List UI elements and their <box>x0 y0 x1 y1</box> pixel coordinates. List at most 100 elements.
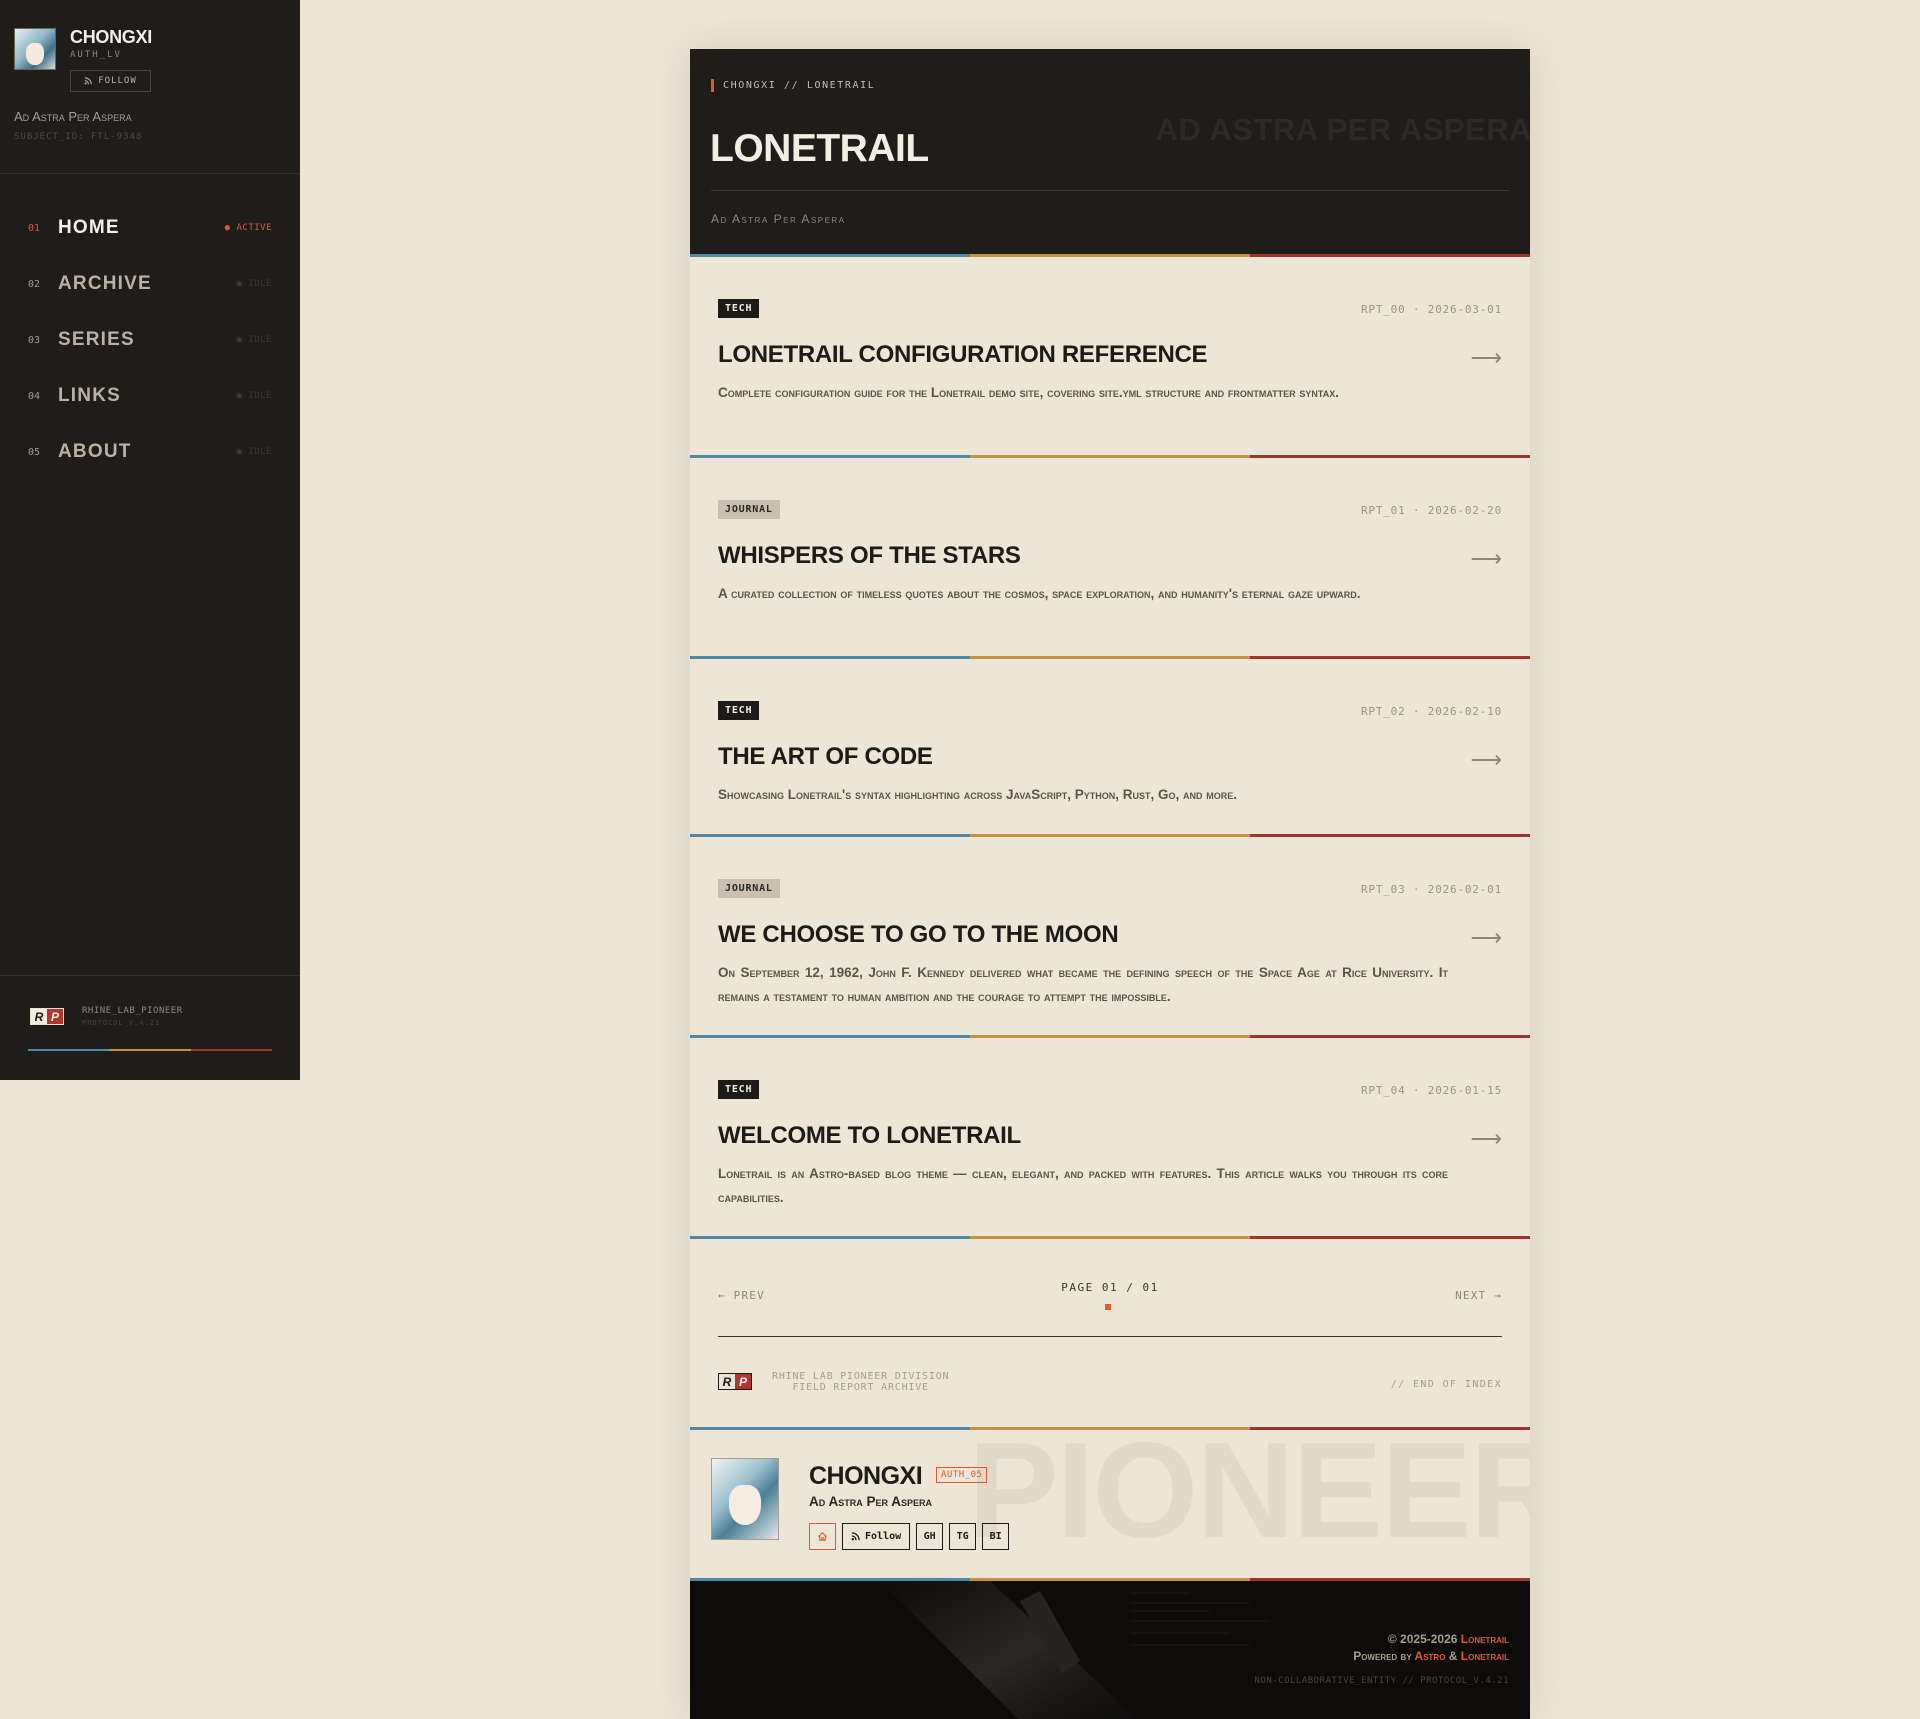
next-page-link[interactable]: NEXT → <box>1455 1289 1502 1302</box>
sidebar-footer: RP RHINE_LAB_PIONEER PROTOCOL_V.4.21 <box>0 975 300 1080</box>
main-card: CHONGXI // LONETRAIL AD ASTRA PER ASPERA… <box>690 49 1530 1719</box>
nav-status: ● IDLE <box>236 391 272 401</box>
rss-icon <box>851 1532 860 1541</box>
avatar[interactable] <box>711 1458 779 1540</box>
bilibili-link[interactable]: BI <box>982 1523 1010 1550</box>
follow-button[interactable]: Follow <box>842 1523 911 1550</box>
post-description: Lonetrail is an Astro-based blog theme —… <box>718 1166 1448 1205</box>
page-title: LONETRAIL <box>710 127 929 170</box>
powered-by-line: Powered by Astro & Lonetrail <box>1353 1648 1509 1665</box>
rhine-lab-logo: RP <box>718 1373 752 1390</box>
post-card[interactable]: JOURNAL RPT_01 · 2026-02-20 WHISPERS OF … <box>690 458 1530 656</box>
nav-status: ● ACTIVE <box>224 223 272 233</box>
nav-item-series[interactable]: 03 SERIES ● IDLE <box>0 312 300 368</box>
sidebar-motto: Ad Astra Per Aspera <box>14 109 132 124</box>
nav-label: SERIES <box>58 329 135 350</box>
follow-label: Follow <box>865 1531 902 1542</box>
author-links: Follow GH TG BI <box>809 1523 1010 1550</box>
nav-number: 05 <box>28 446 41 458</box>
arrow-right-icon[interactable]: ⟶ <box>1470 345 1502 371</box>
copyright-prefix: © 2025-2026 <box>1387 1632 1461 1646</box>
post-title[interactable]: THE ART OF CODE <box>718 743 933 771</box>
pagination: ← PREV PAGE 01 / 01 NEXT → <box>690 1239 1530 1337</box>
rhine-lab-logo: RP <box>30 1008 64 1025</box>
post-description: Showcasing Lonetrail's syntax highlighti… <box>718 787 1237 802</box>
home-link[interactable] <box>809 1523 836 1550</box>
avatar[interactable] <box>14 28 56 70</box>
arrow-right-icon[interactable]: ⟶ <box>1470 925 1502 951</box>
rss-icon <box>84 77 92 85</box>
post-meta: RPT_02 · 2026-02-10 <box>1360 705 1502 718</box>
page-subtitle: Ad Astra Per Aspera <box>711 212 846 226</box>
sidebar-footer-protocol: PROTOCOL_V.4.21 <box>82 1019 161 1027</box>
archive-line: FIELD REPORT ARCHIVE <box>792 1382 929 1393</box>
page-dot[interactable] <box>1105 1304 1111 1310</box>
post-tag[interactable]: TECH <box>718 299 760 318</box>
home-icon <box>818 1532 827 1541</box>
sidebar-profile: CHONGXI AUTH_LV FOLLOW Ad Astra Per Aspe… <box>0 0 300 174</box>
astro-link[interactable]: Astro <box>1415 1649 1446 1663</box>
post-card[interactable]: JOURNAL RPT_03 · 2026-02-01 WE CHOOSE TO… <box>690 837 1530 1035</box>
nav-item-home[interactable]: 01 HOME ● ACTIVE <box>0 200 300 256</box>
site-footer: © 2025-2026 Lonetrail Powered by Astro &… <box>690 1581 1530 1719</box>
nav-label: ARCHIVE <box>58 273 152 294</box>
post-title[interactable]: WELCOME TO LONETRAIL <box>718 1122 1021 1150</box>
arrow-right-icon[interactable]: ⟶ <box>1470 1126 1502 1152</box>
post-card[interactable]: TECH RPT_04 · 2026-01-15 WELCOME TO LONE… <box>690 1038 1530 1236</box>
arrow-right-icon[interactable]: ⟶ <box>1470 747 1502 773</box>
nav-status: ● IDLE <box>236 279 272 289</box>
author-badge: AUTH_05 <box>936 1467 988 1483</box>
page-header: CHONGXI // LONETRAIL AD ASTRA PER ASPERA… <box>690 49 1530 254</box>
nav-number: 04 <box>28 390 41 402</box>
post-title[interactable]: WE CHOOSE TO GO TO THE MOON <box>718 921 1119 949</box>
post-tag[interactable]: TECH <box>718 1080 760 1099</box>
post-title[interactable]: LONETRAIL CONFIGURATION REFERENCE <box>718 341 1208 369</box>
github-link[interactable]: GH <box>916 1523 944 1550</box>
brand-link[interactable]: Lonetrail <box>1461 1632 1509 1646</box>
copyright: © 2025-2026 Lonetrail Powered by Astro &… <box>1353 1631 1509 1665</box>
author-name: CHONGXI <box>809 1462 923 1490</box>
author-card: PIONEER CHONGXI AUTH_05 Ad Astra Per Asp… <box>690 1430 1530 1578</box>
sidebar-footer-title: RHINE_LAB_PIONEER <box>82 1006 183 1016</box>
post-description: Complete configuration guide for the Lon… <box>718 385 1339 400</box>
post-meta: RPT_01 · 2026-02-20 <box>1360 504 1502 517</box>
nav-item-links[interactable]: 04 LINKS ● IDLE <box>0 368 300 424</box>
sidebar-subject-id: SUBJECT_ID: FTL-9348 <box>14 132 143 142</box>
header-watermark: AD ASTRA PER ASPERA <box>1155 112 1530 147</box>
sidebar-author-role: AUTH_LV <box>70 50 122 60</box>
nav-item-about[interactable]: 05 ABOUT ● IDLE <box>0 424 300 480</box>
nav-number: 03 <box>28 334 41 346</box>
nav-label: ABOUT <box>58 441 132 462</box>
main-nav: 01 HOME ● ACTIVE 02 ARCHIVE ● IDLE 03 SE… <box>0 200 300 480</box>
nav-number: 02 <box>28 278 41 290</box>
division-label: RHINE LAB PIONEER DIVISION FIELD REPORT … <box>772 1371 949 1393</box>
post-description: A curated collection of timeless quotes … <box>718 586 1361 601</box>
page-indicator: PAGE 01 / 01 <box>1061 1281 1159 1294</box>
nav-item-archive[interactable]: 02 ARCHIVE ● IDLE <box>0 256 300 312</box>
powered-amp: & <box>1445 1649 1461 1663</box>
nav-number: 01 <box>28 222 41 234</box>
lonetrail-link[interactable]: Lonetrail <box>1461 1649 1509 1663</box>
post-card[interactable]: TECH RPT_00 · 2026-03-01 LONETRAIL CONFI… <box>690 257 1530 455</box>
post-tag[interactable]: JOURNAL <box>718 879 780 898</box>
divider <box>711 190 1509 191</box>
arrow-right-icon[interactable]: ⟶ <box>1470 546 1502 572</box>
breadcrumb: CHONGXI // LONETRAIL <box>711 79 875 92</box>
powered-prefix: Powered by <box>1353 1649 1415 1663</box>
end-of-index: // END OF INDEX <box>1390 1379 1502 1390</box>
nav-label: LINKS <box>58 385 121 406</box>
index-footnote: RP RHINE LAB PIONEER DIVISION FIELD REPO… <box>690 1337 1530 1427</box>
post-tag[interactable]: TECH <box>718 701 760 720</box>
post-title[interactable]: WHISPERS OF THE STARS <box>718 542 1021 570</box>
post-card[interactable]: TECH RPT_02 · 2026-02-10 THE ART OF CODE… <box>690 659 1530 834</box>
nav-label: HOME <box>58 217 120 238</box>
division-line: RHINE LAB PIONEER DIVISION <box>772 1371 950 1382</box>
post-meta: RPT_03 · 2026-02-01 <box>1360 883 1502 896</box>
post-tag[interactable]: JOURNAL <box>718 500 780 519</box>
nav-status: ● IDLE <box>236 335 272 345</box>
telegram-link[interactable]: TG <box>949 1523 977 1550</box>
follow-button[interactable]: FOLLOW <box>70 70 151 92</box>
nav-status: ● IDLE <box>236 447 272 457</box>
author-motto: Ad Astra Per Aspera <box>809 1494 933 1509</box>
post-meta: RPT_04 · 2026-01-15 <box>1360 1084 1502 1097</box>
